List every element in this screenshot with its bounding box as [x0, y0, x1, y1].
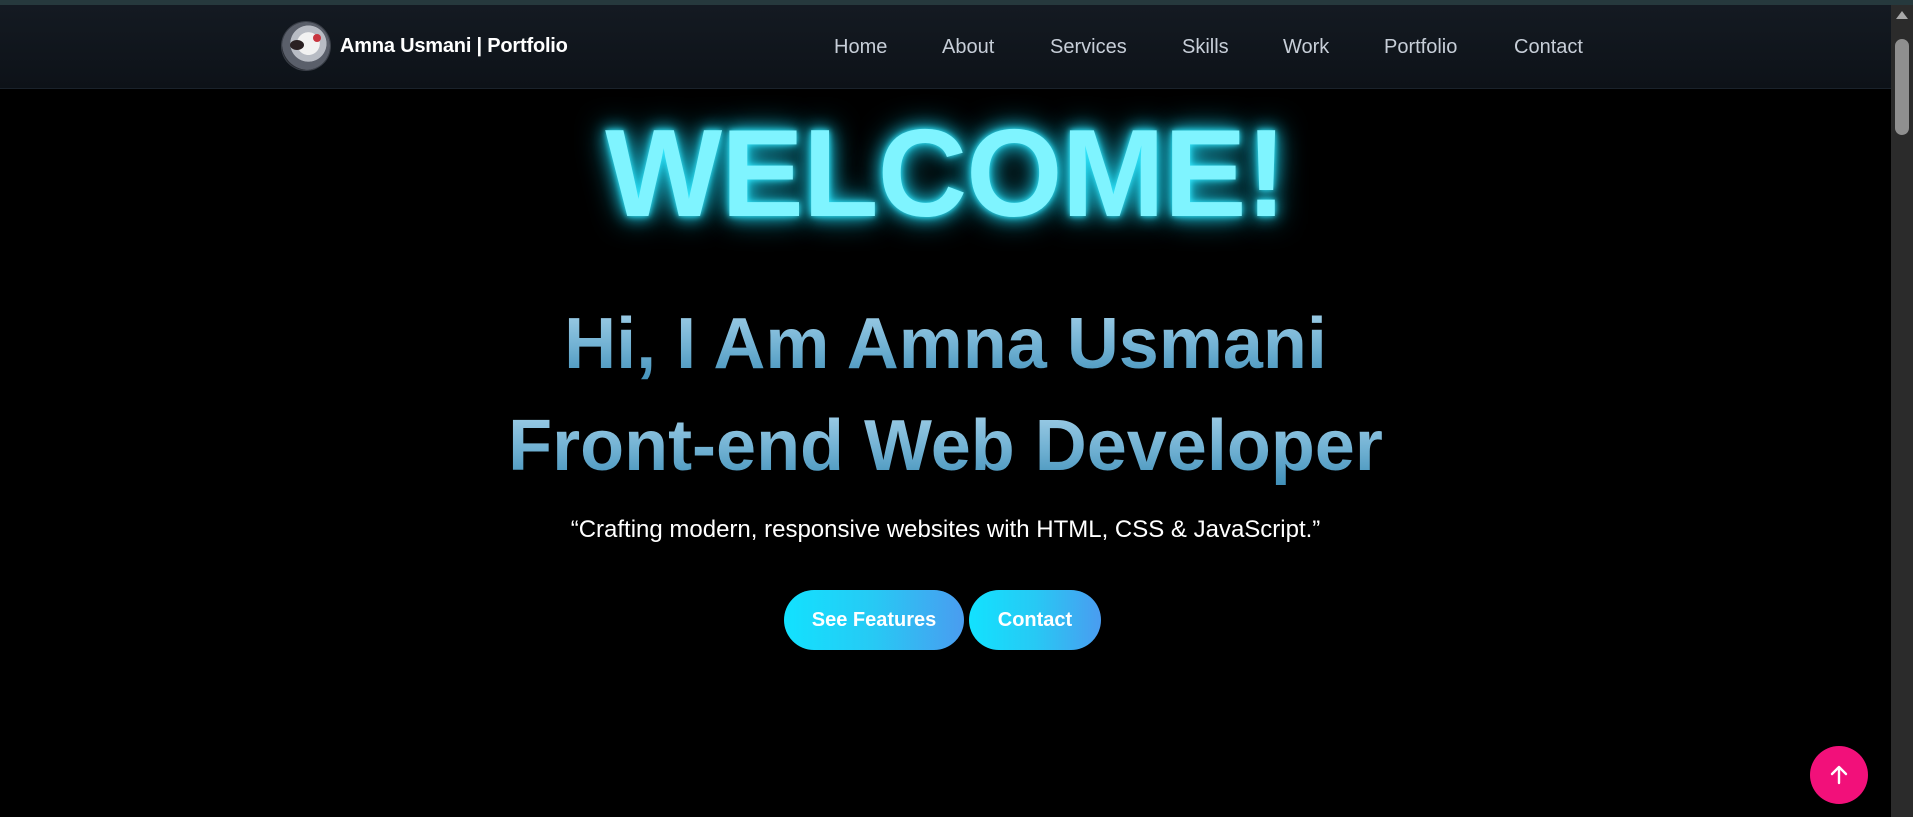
back-to-top-button[interactable] [1810, 746, 1868, 804]
nav-link-contact[interactable]: Contact [1514, 36, 1583, 59]
navbar: Amna Usmani | Portfolio Home About Servi… [0, 5, 1891, 89]
nav-link-about[interactable]: About [942, 36, 994, 59]
welcome-heading: WELCOME! [605, 105, 1287, 243]
see-features-button[interactable]: See Features [784, 590, 964, 650]
contact-button[interactable]: Contact [969, 590, 1101, 650]
intro-heading: Hi, I Am Amna Usmani [0, 304, 1891, 384]
brand-link[interactable]: Amna Usmani | Portfolio [282, 22, 568, 70]
avatar [282, 22, 330, 70]
tagline: “Crafting modern, responsive websites wi… [570, 516, 1321, 543]
nav-link-skills[interactable]: Skills [1182, 36, 1229, 59]
nav-link-work[interactable]: Work [1283, 36, 1329, 59]
arrow-up-icon [1830, 765, 1848, 785]
brand-name: Amna Usmani | Portfolio [340, 34, 568, 57]
nav-link-portfolio[interactable]: Portfolio [1384, 36, 1457, 59]
scroll-thumb[interactable] [1895, 39, 1909, 135]
nav-link-services[interactable]: Services [1050, 36, 1127, 59]
scroll-up-arrow-icon[interactable] [1896, 11, 1908, 19]
role-heading: Front-end Web Developer [0, 406, 1891, 486]
page-scrollbar[interactable] [1891, 5, 1913, 817]
nav-link-home[interactable]: Home [834, 36, 887, 59]
